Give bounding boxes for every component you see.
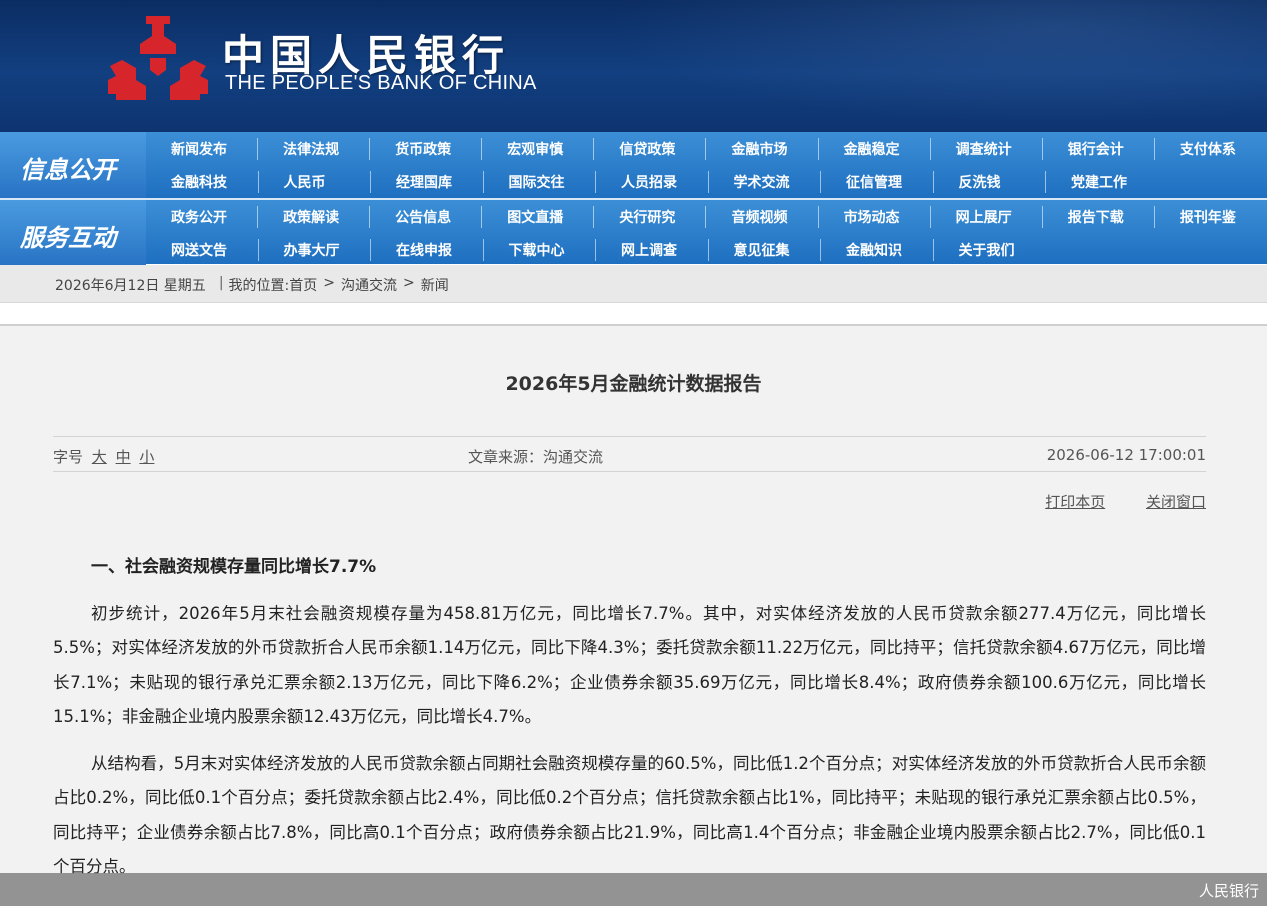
breadcrumb-prefix: 我的位置:	[228, 278, 290, 294]
nav-item[interactable]: 党建工作	[1046, 165, 1159, 198]
nav-item[interactable]: 金融市场	[706, 132, 819, 165]
nav-item[interactable]: 反洗钱	[934, 165, 1047, 198]
nav-item[interactable]: 金融科技	[146, 165, 259, 198]
nav-section-label: 信息公开	[0, 132, 146, 198]
nav-item[interactable]: 人员招录	[596, 165, 709, 198]
section-heading: 一、社会融资规模存量同比增长7.7%	[91, 557, 377, 577]
nav-item[interactable]: 网送文告	[146, 233, 259, 266]
breadcrumb-divider: |	[218, 275, 224, 291]
breadcrumb-arrow: >	[402, 275, 415, 291]
font-size-label: 字号	[53, 448, 84, 466]
article-body: 一、社会融资规模存量同比增长7.7% 初步统计，2026年5月末社会融资规模存量…	[53, 550, 1206, 897]
logo-english-title: THE PEOPLE'S BANK OF CHINA	[225, 72, 537, 94]
nav-item[interactable]: 在线申报	[371, 233, 484, 266]
nav-item[interactable]: 音频视频	[706, 200, 819, 233]
nav-item[interactable]: 征信管理	[821, 165, 934, 198]
nav-item[interactable]: 货币政策	[370, 132, 483, 165]
nav-service-interaction: 服务互动 政务公开 政策解读 公告信息 图文直播 央行研究 音频视频 市场动态 …	[0, 198, 1267, 266]
nav-row: 网送文告 办事大厅 在线申报 下载中心 网上调查 意见征集 金融知识 关于我们	[146, 233, 1267, 266]
print-page-link[interactable]: 打印本页	[1045, 493, 1105, 511]
breadcrumb-news-link[interactable]: 新闻	[421, 275, 449, 295]
nav-item[interactable]: 金融知识	[821, 233, 934, 266]
pboc-emblem-icon[interactable]	[106, 14, 210, 104]
nav-item[interactable]: 法律法规	[258, 132, 371, 165]
watermark-text: 人民银行	[1198, 882, 1259, 900]
nav-row: 金融科技 人民币 经理国库 国际交往 人员招录 学术交流 征信管理 反洗钱 党建…	[146, 165, 1267, 198]
font-large-link[interactable]: 大	[92, 448, 107, 466]
header-glow	[567, 0, 1267, 132]
nav-section-label: 服务互动	[0, 200, 146, 266]
nav-item[interactable]: 宏观审慎	[482, 132, 595, 165]
nav-item[interactable]: 人民币	[259, 165, 372, 198]
nav-item[interactable]: 政策解读	[258, 200, 371, 233]
article-meta-bar: 字号 大 中 小 文章来源：沟通交流 2026-06-12 17:00:01	[53, 436, 1206, 472]
nav-item[interactable]: 下载中心	[484, 233, 597, 266]
publish-datetime: 2026-06-12 17:00:01	[1046, 446, 1206, 464]
article-tools: 打印本页 关闭窗口	[1009, 491, 1206, 512]
breadcrumb-arrow: >	[323, 275, 335, 291]
close-window-link[interactable]: 关闭窗口	[1146, 493, 1206, 511]
nav-section-title: 信息公开	[20, 156, 116, 184]
font-size-control: 字号 大 中 小	[53, 446, 154, 467]
nav-row: 新闻发布 法律法规 货币政策 宏观审慎 信贷政策 金融市场 金融稳定 调查统计 …	[146, 132, 1267, 165]
nav-item[interactable]: 金融稳定	[819, 132, 931, 165]
nav-item[interactable]: 支付体系	[1155, 132, 1267, 165]
nav-section-title: 服务互动	[20, 224, 116, 252]
font-small-link[interactable]: 小	[139, 448, 154, 466]
article-paragraph: 初步统计，2026年5月末社会融资规模存量为458.81万亿元，同比增长7.7%…	[53, 603, 1206, 727]
nav-item[interactable]: 市场动态	[819, 200, 931, 233]
nav-row: 政务公开 政策解读 公告信息 图文直播 央行研究 音频视频 市场动态 网上展厅 …	[146, 200, 1267, 233]
font-medium-link[interactable]: 中	[116, 448, 131, 466]
nav-item[interactable]: 办事大厅	[259, 233, 372, 266]
current-date: 2026年6月12日 星期五	[55, 278, 206, 294]
nav-item[interactable]: 信贷政策	[594, 132, 707, 165]
nav-item[interactable]: 央行研究	[594, 200, 707, 233]
article-container: 2026年5月金融统计数据报告 字号 大 中 小 文章来源：沟通交流 2026-…	[0, 324, 1267, 906]
site-header: 中国人民银行 THE PEOPLE'S BANK OF CHINA	[0, 0, 1267, 132]
breadcrumb: 2026年6月12日 星期五 | 我的位置: 首页 > 沟通交流 > 新闻	[0, 265, 1267, 303]
article-paragraph: 从结构看，5月末对实体经济发放的人民币贷款余额占同期社会融资规模存量的60.5%…	[53, 753, 1206, 877]
nav-item[interactable]: 网上展厅	[931, 200, 1043, 233]
watermark-bar: 人民银行	[0, 873, 1267, 906]
nav-item[interactable]: 经理国库	[371, 165, 484, 198]
nav-item[interactable]: 政务公开	[146, 200, 259, 233]
nav-item[interactable]: 网上调查	[596, 233, 709, 266]
nav-item[interactable]: 报刊年鉴	[1155, 200, 1267, 233]
nav-item[interactable]: 意见征集	[709, 233, 822, 266]
nav-item[interactable]: 公告信息	[370, 200, 483, 233]
nav-item[interactable]: 新闻发布	[146, 132, 259, 165]
nav-info-disclosure: 信息公开 新闻发布 法律法规 货币政策 宏观审慎 信贷政策 金融市场 金融稳定 …	[0, 132, 1267, 198]
nav-item[interactable]: 学术交流	[709, 165, 822, 198]
nav-item[interactable]: 关于我们	[934, 233, 1047, 266]
nav-item[interactable]: 银行会计	[1043, 132, 1155, 165]
breadcrumb-home-link[interactable]: 首页	[289, 275, 317, 295]
breadcrumb-comm-link[interactable]: 沟通交流	[341, 275, 397, 295]
nav-item[interactable]: 图文直播	[482, 200, 595, 233]
nav-item[interactable]: 报告下载	[1043, 200, 1155, 233]
article-source: 文章来源：沟通交流	[468, 448, 604, 466]
nav-item[interactable]: 调查统计	[931, 132, 1043, 165]
nav-item[interactable]: 国际交往	[484, 165, 597, 198]
article-title: 2026年5月金融统计数据报告	[505, 373, 762, 395]
